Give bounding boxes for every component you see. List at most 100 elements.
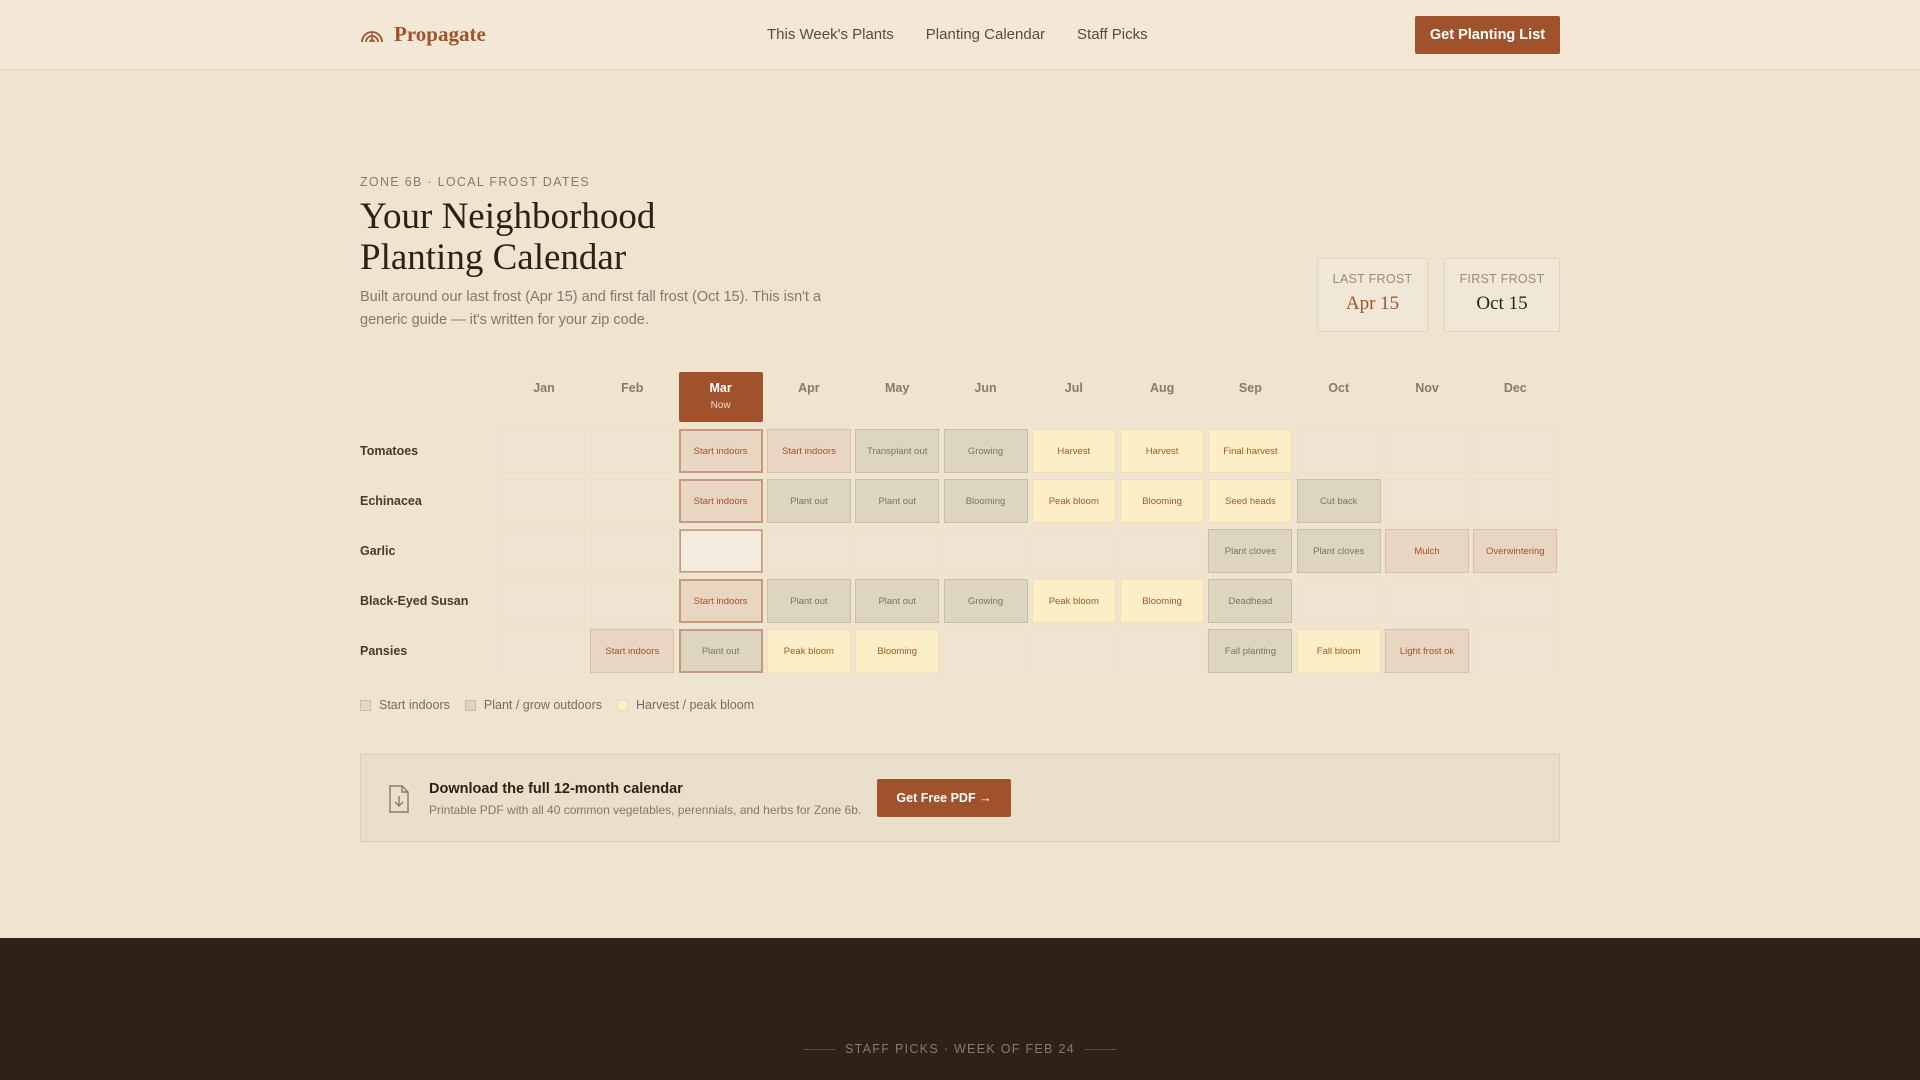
month-header-dec: Dec (1473, 372, 1557, 422)
calendar-cell[interactable]: Harvest (1120, 429, 1205, 473)
calendar-cell (1296, 579, 1381, 623)
calendar-cell[interactable]: Overwintering (1473, 529, 1558, 573)
calendar-cell (1385, 479, 1469, 523)
brand-logo[interactable]: Propagate (360, 22, 486, 47)
legend-start-indoors: Start indoors (360, 698, 450, 712)
month-header-sep: Sep (1208, 372, 1292, 422)
plant-row-label: Tomatoes (360, 444, 419, 458)
hero-subtitle: Built around our last frost (Apr 15) and… (360, 289, 822, 328)
calendar-cell[interactable]: Start indoors (590, 629, 675, 673)
month-header-oct: Oct (1297, 372, 1381, 422)
get-planting-list-button[interactable]: Get Planting List (1415, 16, 1560, 54)
calendar-cell[interactable]: Plant out (855, 579, 940, 623)
calendar-cell (766, 529, 851, 573)
month-header-nov: Nov (1385, 372, 1469, 422)
staff-picks-section: STAFF PICKS · WEEK OF FEB 24 (0, 938, 1920, 1080)
month-header-jan: Jan (502, 372, 586, 422)
calendar-cell (502, 429, 586, 473)
calendar-cell[interactable]: Fall planting (1208, 629, 1293, 673)
month-header-jul: Jul (1032, 372, 1116, 422)
last-frost-value: Apr 15 (1345, 293, 1400, 314)
month-header-mar: Mar Now (678, 372, 763, 422)
month-label: Aug (1149, 381, 1175, 395)
calendar-cell (502, 579, 586, 623)
calendar-cell[interactable]: Blooming (855, 629, 940, 673)
calendar-cell (1031, 629, 1116, 673)
month-header-feb: Feb (590, 372, 674, 422)
calendar-cell[interactable]: Blooming (943, 479, 1028, 523)
calendar-cell[interactable]: Cut back (1296, 479, 1381, 523)
calendar-cell[interactable]: Start indoors (678, 579, 763, 623)
calendar-cell[interactable]: Fall bloom (1296, 629, 1381, 673)
month-header-may: May (855, 372, 939, 422)
calendar-legend: Start indoors Plant / grow outdoors Harv… (360, 698, 754, 712)
page-title-line-2: Planting Calendar (360, 237, 627, 278)
calendar-cell[interactable]: Plant out (766, 479, 851, 523)
calendar-cell[interactable]: Transplant out (855, 429, 940, 473)
nav-planting-calendar[interactable]: Planting Calendar (926, 26, 1045, 43)
legend-swatch-outdoor (464, 699, 476, 711)
calendar-cell[interactable]: Start indoors (678, 429, 763, 473)
current-month-badge: Now (710, 400, 731, 411)
calendar-cell (943, 529, 1028, 573)
rainbow-arch-icon (360, 27, 384, 43)
calendar-cell (1120, 529, 1205, 573)
legend-swatch-harvest (617, 699, 628, 711)
calendar-cell (1473, 429, 1558, 473)
nav-this-weeks-plants[interactable]: This Week's Plants (767, 26, 894, 43)
calendar-cell (502, 479, 586, 523)
calendar-cell (1473, 579, 1558, 623)
calendar-cell[interactable]: Peak bloom (766, 629, 851, 673)
calendar-cell[interactable]: Start indoors (766, 429, 851, 473)
hero-eyebrow: ZONE 6B · LOCAL FROST DATES (360, 175, 591, 189)
staff-picks-label: STAFF PICKS · WEEK OF FEB 24 (845, 1042, 1075, 1056)
calendar-cell[interactable]: Plant out (766, 579, 851, 623)
get-free-pdf-button[interactable]: Get Free PDF → (877, 779, 1011, 817)
calendar-cell (1296, 429, 1381, 473)
month-label: Dec (1503, 381, 1527, 395)
legend-label: Harvest / peak bloom (636, 698, 755, 712)
calendar-cell[interactable]: Blooming (1120, 579, 1205, 623)
calendar-cell[interactable]: Peak bloom (1031, 579, 1116, 623)
legend-label: Plant / grow outdoors (483, 698, 602, 712)
site-header: Propagate This Week's Plants Planting Ca… (0, 0, 1920, 70)
plant-row-label: Garlic (360, 544, 396, 558)
month-header-jun: Jun (944, 372, 1028, 422)
brand-name: Propagate (394, 22, 486, 46)
calendar-cell[interactable]: Plant cloves (1296, 529, 1381, 573)
calendar-cell (590, 429, 675, 473)
calendar-cell (1473, 629, 1558, 673)
calendar-cell[interactable]: Seed heads (1208, 479, 1293, 523)
month-label: Sep (1238, 381, 1262, 395)
nav-staff-picks[interactable]: Staff Picks (1077, 26, 1148, 43)
calendar-cell[interactable]: Growing (943, 429, 1028, 473)
calendar-cell[interactable]: Light frost ok (1385, 629, 1469, 673)
calendar-cell[interactable]: Deadhead (1208, 579, 1293, 623)
calendar-cell[interactable]: Final harvest (1208, 429, 1293, 473)
calendar-cell[interactable]: Plant out (678, 629, 763, 673)
month-label: Nov (1415, 381, 1439, 395)
download-title: Download the full 12-month calendar (429, 781, 683, 797)
calendar-cell[interactable]: Plant cloves (1208, 529, 1293, 573)
first-frost-card: FIRST FROST Oct 15 (1444, 258, 1560, 332)
calendar-cell[interactable]: Plant out (855, 479, 940, 523)
divider-line (803, 1048, 836, 1050)
month-header-aug: Aug (1120, 372, 1204, 422)
file-download-icon (388, 785, 410, 818)
calendar-cell[interactable]: Start indoors (678, 479, 763, 523)
plant-row-label: Echinacea (360, 494, 422, 508)
calendar-cell (1473, 479, 1558, 523)
last-frost-label: LAST FROST (1332, 272, 1413, 286)
calendar-cell[interactable]: Growing (943, 579, 1028, 623)
calendar-cell (1120, 629, 1205, 673)
calendar-cell (1031, 529, 1116, 573)
calendar-cell (590, 479, 675, 523)
calendar-cell[interactable]: Mulch (1385, 529, 1469, 573)
calendar-cell (943, 629, 1028, 673)
calendar-cell[interactable]: Blooming (1120, 479, 1205, 523)
page-title: Your Neighborhood Planting Calendar (360, 196, 880, 278)
calendar-cell (678, 529, 763, 573)
main-nav: This Week's Plants Planting Calendar Sta… (767, 26, 1148, 43)
calendar-cell[interactable]: Harvest (1031, 429, 1116, 473)
calendar-cell[interactable]: Peak bloom (1031, 479, 1116, 523)
